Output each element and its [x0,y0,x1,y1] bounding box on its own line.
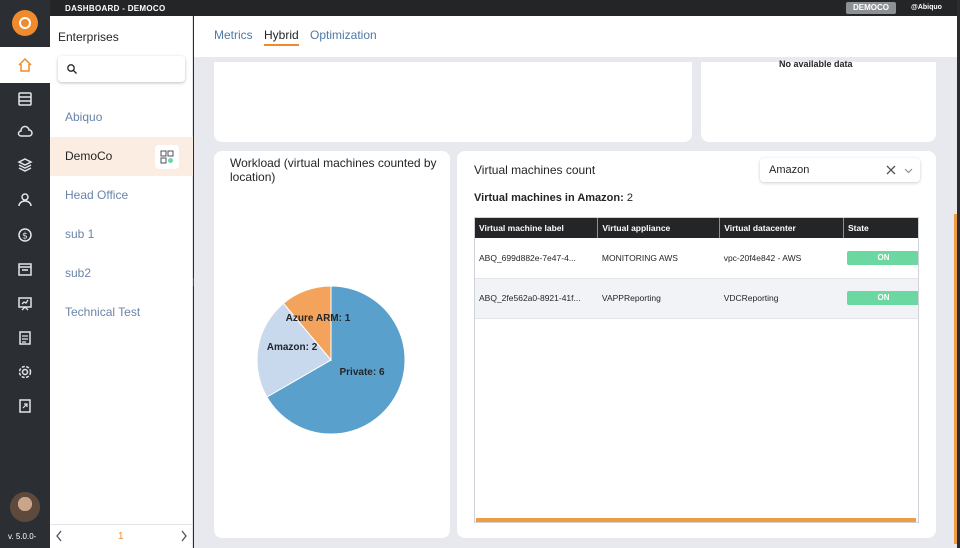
abiquo-logo[interactable] [12,10,38,36]
workload-pie-chart: Private: 6 Amazon: 2 Azure ARM: 1 [256,285,406,435]
clear-icon[interactable] [885,164,897,176]
provider-selected-value: Amazon [769,164,810,176]
enterprise-item-head-office[interactable]: Head Office [50,176,193,215]
table-row[interactable]: ABQ_699d882e-7e47-4... MONITORING AWS vp… [475,238,918,279]
settings-icon [18,365,32,379]
document-nav-button[interactable] [15,328,35,348]
no-data-message: No available data [779,59,853,69]
home-icon [18,57,32,72]
state-badge: ON [847,250,918,265]
vm-appliance-cell: VAPPReporting [597,278,720,319]
monitor-nav-button[interactable] [15,294,35,314]
user-icon [18,193,32,207]
enterprise-list: Abiquo DemoCo Head Office sub 1 sub2 Tec… [50,98,193,332]
tab-optimization[interactable]: Optimization [310,28,377,42]
vm-state-cell: ON [843,278,918,319]
pagination: 1 [50,524,193,548]
export-nav-button[interactable] [15,396,35,416]
enterprise-details-button[interactable] [155,145,179,169]
vm-count-summary: Virtual machines in Amazon: 2 [474,192,633,204]
tab-hybrid[interactable]: Hybrid [264,28,299,46]
home-nav-button[interactable] [0,47,50,83]
cloud-icon [17,125,33,137]
user-name[interactable]: @Abiquo [911,4,942,11]
current-page: 1 [118,531,124,542]
enterprise-search-input[interactable] [58,56,185,82]
settings-nav-button[interactable] [15,362,35,382]
column-header-state[interactable]: State [843,218,918,238]
column-header-vm-label[interactable]: Virtual machine label [475,218,599,238]
vm-state-cell: ON [843,238,918,279]
table-row[interactable]: ABQ_2fe562a0-8921-41f... VAPPReporting V… [475,278,918,319]
vm-datacenter-cell: vpc-20f4e842 - AWS [719,238,844,279]
enterprises-panel: Enterprises Abiquo DemoCo Head Office su… [50,16,193,548]
calendar-nav-button[interactable] [15,259,35,279]
column-header-datacenter[interactable]: Virtual datacenter [719,218,844,238]
enterprise-item-sub1[interactable]: sub 1 [50,215,193,254]
tab-metrics[interactable]: Metrics [214,28,253,42]
avatar[interactable] [10,492,40,522]
enterprises-heading: Enterprises [58,30,119,44]
main-content: Metrics Hybrid Optimization No available… [194,16,957,548]
enterprise-badge[interactable]: DEMOCO [846,2,896,14]
billing-nav-button[interactable]: $ [15,225,35,245]
document-icon [19,331,31,345]
previous-page-button[interactable] [54,529,64,546]
top-left-card [214,62,692,142]
export-icon [19,399,31,413]
enterprise-item-democo[interactable]: DemoCo [50,137,193,176]
qr-code-icon [160,150,174,164]
layers-icon [17,158,33,172]
vm-count-label: Virtual machines in Amazon: [474,192,624,204]
enterprise-item-technical-test[interactable]: Technical Test [50,293,193,332]
pie-label-amazon: Amazon: 2 [267,342,318,353]
svg-text:$: $ [22,232,28,242]
layers-nav-button[interactable] [15,155,35,175]
vm-label-cell: ABQ_699d882e-7e47-4... [475,238,598,279]
vm-table: Virtual machine label Virtual appliance … [475,218,918,319]
vm-count-value: 2 [626,192,633,204]
vm-count-title: Virtual machines count [474,163,596,177]
next-page-button[interactable] [179,529,189,546]
billing-icon: $ [18,228,32,242]
calendar-icon [18,263,32,276]
pie-label-azure-arm: Azure ARM: 1 [286,313,351,324]
left-navigation: $ v. 5.0.0- [0,0,50,548]
chevron-right-icon [181,530,187,542]
storage-icon [18,92,32,106]
vertical-scrollbar[interactable] [954,214,957,544]
users-nav-button[interactable] [15,190,35,210]
chevron-down-icon[interactable] [903,165,914,176]
chevron-left-icon [56,530,62,542]
vm-count-card: Virtual machines count Amazon Virtual ma… [457,151,936,538]
version-label: v. 5.0.0- [8,532,37,541]
vm-appliance-cell: MONITORING AWS [597,238,720,279]
pie-label-private: Private: 6 [339,367,384,378]
enterprise-item-abiquo[interactable]: Abiquo [50,98,193,137]
provider-select[interactable]: Amazon [760,158,920,182]
vm-datacenter-cell: VDCReporting [719,278,844,319]
top-bar: DASHBOARD - DEMOCO DEMOCO @Abiquo [50,0,957,16]
state-badge: ON [847,291,918,305]
search-icon [67,64,77,74]
horizontal-scrollbar[interactable] [476,518,916,522]
top-right-card: No available data [701,59,936,142]
workload-card: Workload (virtual machines counted by lo… [214,151,450,538]
vm-table-container: Virtual machine label Virtual appliance … [474,217,919,523]
dashboard-tabs: Metrics Hybrid Optimization [194,16,957,57]
column-header-appliance[interactable]: Virtual appliance [597,218,721,238]
storage-nav-button[interactable] [15,89,35,109]
cloud-nav-button[interactable] [15,122,35,142]
monitor-icon [18,297,32,311]
vm-label-cell: ABQ_2fe562a0-8921-41f... [475,278,598,319]
page-title: DASHBOARD - DEMOCO [65,4,166,13]
enterprise-item-sub2[interactable]: sub2 [50,254,193,293]
